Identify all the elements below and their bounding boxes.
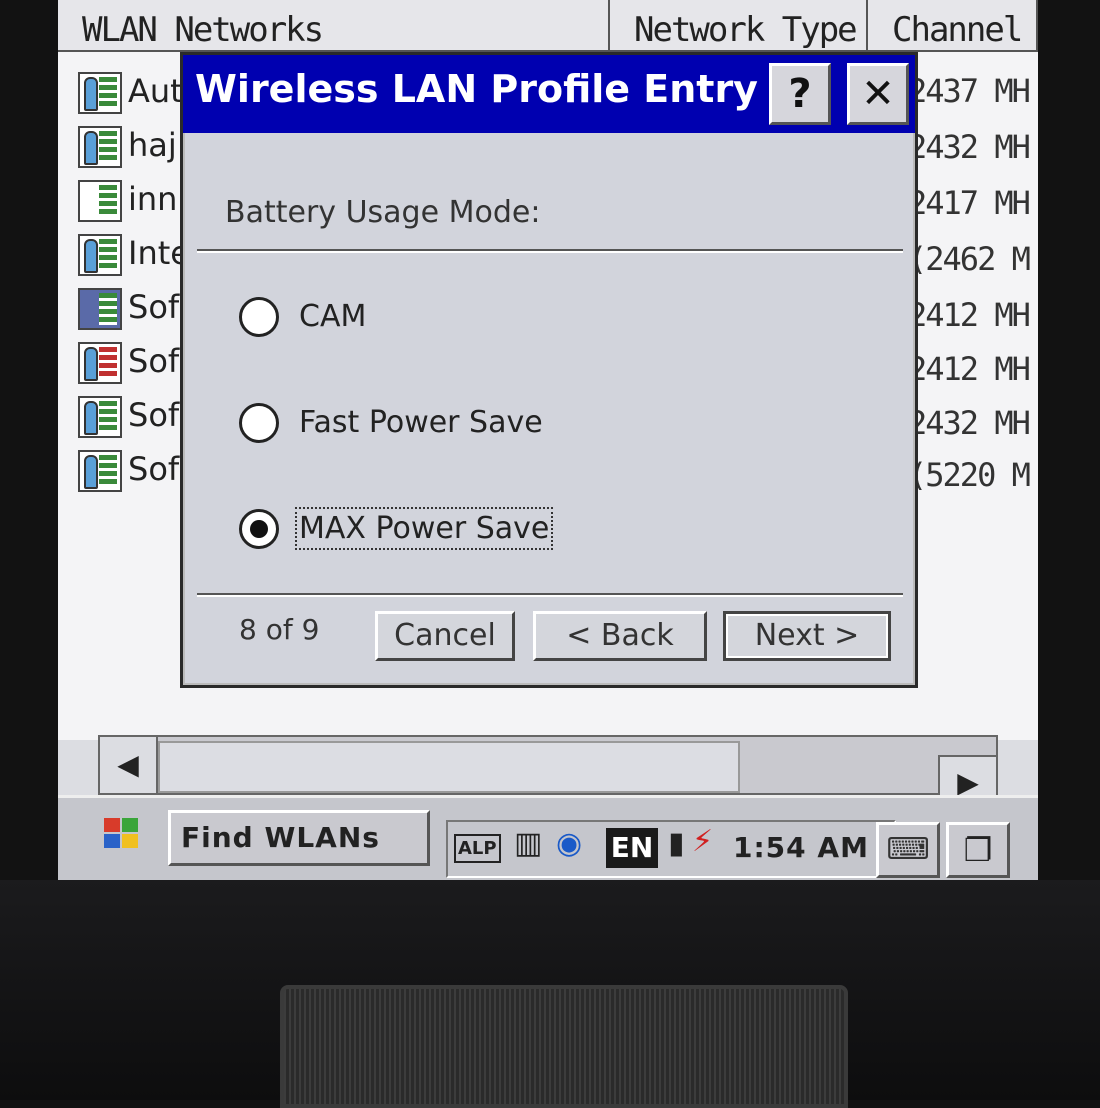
radio-button[interactable] xyxy=(239,297,279,337)
network-name: haj xyxy=(128,126,177,164)
battery-icon[interactable]: ▮ xyxy=(668,826,685,861)
clock[interactable]: 1:54 AM xyxy=(733,828,869,868)
task-find-wlans-button[interactable]: Find WLANs xyxy=(168,810,430,866)
charging-icon: ⚡ xyxy=(692,824,714,859)
network-name: Sof xyxy=(128,396,180,434)
divider xyxy=(197,593,903,597)
device-slot xyxy=(280,985,848,1108)
radio-button-selected[interactable] xyxy=(239,509,279,549)
alp-indicator[interactable]: ALP xyxy=(454,834,501,863)
channel-value: (2462 M xyxy=(908,240,1031,278)
network-icon xyxy=(78,450,122,492)
channel-value: (5220 M xyxy=(908,456,1031,494)
dialog-title: Wireless LAN Profile Entry xyxy=(195,67,758,111)
keyboard-icon[interactable]: ⌨ xyxy=(876,822,940,878)
dialog-titlebar[interactable]: Wireless LAN Profile Entry ? ✕ xyxy=(183,55,915,133)
network-icon xyxy=(78,180,122,222)
divider xyxy=(197,249,903,253)
back-button[interactable]: < Back xyxy=(533,611,707,661)
window-switch-icon[interactable]: ❐ xyxy=(946,822,1010,878)
network-name: Aut xyxy=(128,72,183,110)
system-tray: ALP ▥ ◉ EN ▮ ⚡ 1:54 AM xyxy=(446,820,896,878)
channel-value: 2412 MH xyxy=(908,296,1031,334)
horizontal-scrollbar[interactable]: ◀ xyxy=(98,735,998,795)
page-count: 8 of 9 xyxy=(239,613,320,646)
network-name: Sof xyxy=(128,342,180,380)
channel-value: 2412 MH xyxy=(908,350,1031,388)
channel-value: 2432 MH xyxy=(908,404,1031,442)
network-icon xyxy=(78,396,122,438)
windows-logo-icon[interactable] xyxy=(100,814,150,854)
network-icon xyxy=(78,126,122,168)
network-name: Sof xyxy=(128,450,180,488)
channel-value: 2437 MH xyxy=(908,72,1031,110)
wlan-profile-dialog: Wireless LAN Profile Entry ? ✕ Battery U… xyxy=(180,52,918,688)
network-status-icon[interactable]: ◉ xyxy=(556,826,582,861)
network-icon xyxy=(78,342,122,384)
screen: WLAN Networks Network Type Channel Aut h… xyxy=(58,0,1038,880)
close-button[interactable]: ✕ xyxy=(847,63,909,125)
network-name: inn xyxy=(128,180,178,218)
network-icon xyxy=(78,72,122,114)
scroll-right-container: ▶ xyxy=(938,735,1002,811)
language-indicator[interactable]: EN xyxy=(606,828,658,868)
radio-label: CAM xyxy=(299,299,367,334)
radio-label: MAX Power Save xyxy=(294,507,554,550)
signal-icon[interactable]: ▥ xyxy=(514,826,542,861)
scroll-left-icon[interactable]: ◀ xyxy=(100,737,158,793)
network-name: Sof xyxy=(128,288,180,326)
battery-usage-label: Battery Usage Mode: xyxy=(225,195,541,230)
cancel-button[interactable]: Cancel xyxy=(375,611,515,661)
next-button[interactable]: Next > xyxy=(723,611,891,661)
col-header-channel[interactable]: Channel xyxy=(868,0,1038,52)
col-header-wlan-networks[interactable]: WLAN Networks xyxy=(58,0,610,52)
radio-label: Fast Power Save xyxy=(299,405,543,440)
col-header-network-type[interactable]: Network Type xyxy=(610,0,868,52)
help-button[interactable]: ? xyxy=(769,63,831,125)
channel-value: 2432 MH xyxy=(908,128,1031,166)
network-icon xyxy=(78,234,122,276)
radio-button[interactable] xyxy=(239,403,279,443)
network-icon xyxy=(78,288,122,330)
taskbar: Find WLANs ALP ▥ ◉ EN ▮ ⚡ 1:54 AM ⌨ ❐ xyxy=(58,795,1038,880)
channel-value: 2417 MH xyxy=(908,184,1031,222)
scrollbar-thumb[interactable] xyxy=(158,741,740,793)
